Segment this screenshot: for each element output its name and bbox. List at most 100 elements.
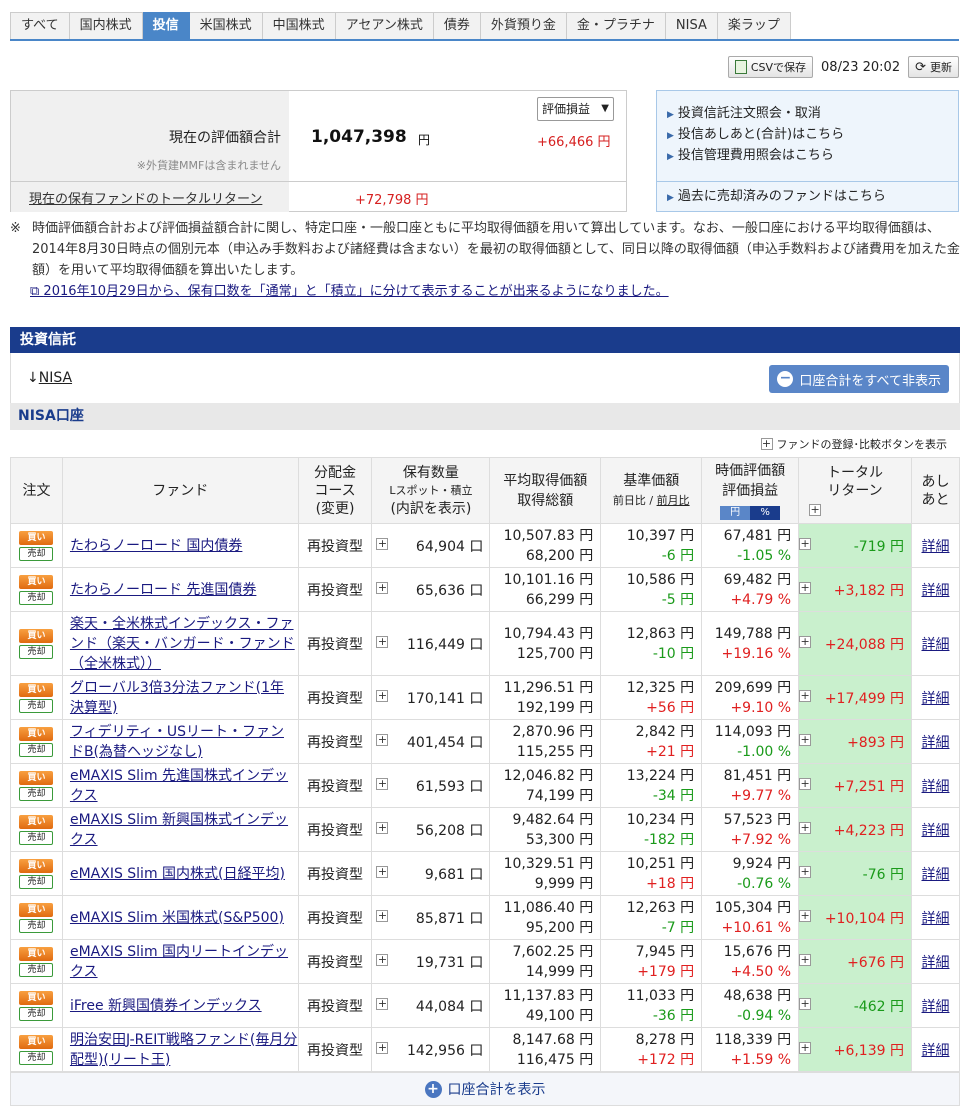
detail-link[interactable]: 詳細 [921,999,949,1015]
total-return-link[interactable]: 現在の保有ファンドのトータルリターン [29,188,262,207]
fund-name-link[interactable]: たわらノーロード 先進国債券 [70,582,256,598]
sell-button[interactable]: 売却 [19,874,54,889]
side-link-1[interactable]: ▶ 投信あしあと(合計)はこちら [657,124,844,145]
fund-name-link[interactable]: eMAXIS Slim 先進国株式インデックス [70,768,288,804]
sell-button[interactable]: 売却 [19,786,54,801]
detail-link[interactable]: 詳細 [921,539,949,555]
side-link-0[interactable]: ▶ 投資信託注文照会・取消 [657,103,844,124]
buy-button[interactable]: 買い [19,946,54,961]
tab-2[interactable]: 投信 [142,12,190,40]
hide-all-totals-button[interactable]: − 口座合計をすべて非表示 [769,365,949,393]
fund-name-link[interactable]: iFree 新興国債券インデックス [70,998,262,1014]
detail-link[interactable]: 詳細 [921,823,949,839]
sold-funds-link[interactable]: ▶ 過去に売却済みのファンドはこちら [657,186,886,207]
buy-button[interactable]: 買い [19,726,54,741]
detail-link[interactable]: 詳細 [921,955,949,971]
tab-10[interactable]: 楽ラップ [717,12,791,40]
buy-button[interactable]: 買い [19,990,54,1005]
show-total-button[interactable]: + 口座合計を表示 [10,1072,960,1106]
plus-icon[interactable]: + [376,909,389,922]
plus-icon[interactable]: + [376,635,389,648]
th-qty-3[interactable]: (内訳を表示) [372,500,489,518]
sell-button[interactable]: 売却 [19,644,54,659]
buy-button[interactable]: 買い [19,1034,54,1049]
tab-3[interactable]: 米国株式 [189,12,263,40]
buy-button[interactable]: 買い [19,628,54,643]
fund-name-link[interactable]: 明治安田J-REIT戦略ファンド(毎月分配型)(リート王) [70,1032,297,1068]
fund-name-link[interactable]: 楽天・全米株式インデックス・ファンド（楽天・バンガード・ファンド（全米株式）） [70,616,295,672]
sell-button[interactable]: 売却 [19,698,54,713]
buy-button[interactable]: 買い [19,682,54,697]
tab-6[interactable]: 債券 [433,12,481,40]
buy-button[interactable]: 買い [19,902,54,917]
sell-button[interactable]: 売却 [19,918,54,933]
buy-button[interactable]: 買い [19,814,54,829]
tab-1[interactable]: 国内株式 [69,12,143,40]
detail-link[interactable]: 詳細 [921,637,949,653]
gain-type-select[interactable]: 評価損益 ▼ [537,97,614,121]
th-course-3[interactable]: (変更) [299,500,372,518]
fund-name-link[interactable]: eMAXIS Slim 国内株式(日経平均) [70,866,285,882]
plus-icon[interactable]: + [799,537,812,550]
tab-7[interactable]: 外貨預り金 [480,12,567,40]
th-base-monthly-link[interactable]: 前月比 [657,494,690,507]
tab-0[interactable]: すべて [10,12,70,40]
side-link-2[interactable]: ▶ 投信管理費用照会はこちら [657,145,844,166]
buy-button[interactable]: 買い [19,574,54,589]
sell-button[interactable]: 売却 [19,742,54,757]
detail-link[interactable]: 詳細 [921,691,949,707]
plus-icon[interactable]: + [376,953,389,966]
plus-icon[interactable]: + [376,689,389,702]
toggle-yen[interactable]: 円 [720,505,751,520]
detail-link[interactable]: 詳細 [921,779,949,795]
plus-icon[interactable]: + [799,1041,812,1054]
plus-icon[interactable]: + [799,733,812,746]
plus-icon[interactable]: + [376,865,389,878]
plus-icon[interactable]: + [799,865,812,878]
plus-icon[interactable]: + [809,503,822,516]
new-feature-link[interactable]: ⧉ 2016年10月29日から、保有口数を「通常」と「積立」に分けて表示すること… [10,281,960,302]
fund-name-link[interactable]: eMAXIS Slim 国内リートインデックス [70,944,288,980]
fund-name-link[interactable]: たわらノーロード 国内債券 [70,538,242,554]
plus-icon[interactable]: + [799,953,812,966]
yen-pct-toggle[interactable]: 円 % [720,505,781,520]
csv-save-button[interactable]: CSVで保存 [727,56,814,78]
tab-9[interactable]: NISA [665,12,718,40]
plus-icon[interactable]: + [799,821,812,834]
fund-name-link[interactable]: eMAXIS Slim 新興国株式インデックス [70,812,288,848]
fund-name-link[interactable]: グローバル3倍3分法ファンド(1年決算型) [70,680,284,716]
tab-4[interactable]: 中国株式 [262,12,336,40]
plus-icon[interactable]: + [376,777,389,790]
sell-button[interactable]: 売却 [19,590,54,605]
buy-button[interactable]: 買い [19,770,54,785]
detail-link[interactable]: 詳細 [921,583,949,599]
buy-button[interactable]: 買い [19,858,54,873]
plus-icon[interactable]: + [376,1041,389,1054]
plus-icon[interactable]: + [799,635,812,648]
plus-icon[interactable]: + [376,821,389,834]
buy-button[interactable]: 買い [19,530,54,545]
plus-icon[interactable]: + [376,997,389,1010]
plus-icon[interactable]: + [376,733,389,746]
sell-button[interactable]: 売却 [19,962,54,977]
toggle-pct[interactable]: % [750,505,781,520]
plus-icon[interactable]: + [376,537,389,550]
tab-8[interactable]: 金・プラチナ [566,12,666,40]
sell-button[interactable]: 売却 [19,1050,54,1065]
detail-link[interactable]: 詳細 [921,1043,949,1059]
plus-icon[interactable]: + [799,581,812,594]
plus-icon[interactable]: + [799,997,812,1010]
nisa-anchor-link[interactable]: ↓NISA [27,370,72,386]
plus-icon[interactable]: + [376,581,389,594]
plus-icon[interactable]: + [799,689,812,702]
detail-link[interactable]: 詳細 [921,735,949,751]
detail-link[interactable]: 詳細 [921,867,949,883]
fund-name-link[interactable]: フィデリティ・USリート・ファンドB(為替ヘッジなし) [70,724,284,760]
plus-icon[interactable]: + [799,777,812,790]
sell-button[interactable]: 売却 [19,546,54,561]
plus-icon[interactable]: + [799,909,812,922]
tab-5[interactable]: アセアン株式 [335,12,434,40]
detail-link[interactable]: 詳細 [921,911,949,927]
refresh-button[interactable]: ⟳ 更新 [908,56,959,78]
sell-button[interactable]: 売却 [19,1006,54,1021]
